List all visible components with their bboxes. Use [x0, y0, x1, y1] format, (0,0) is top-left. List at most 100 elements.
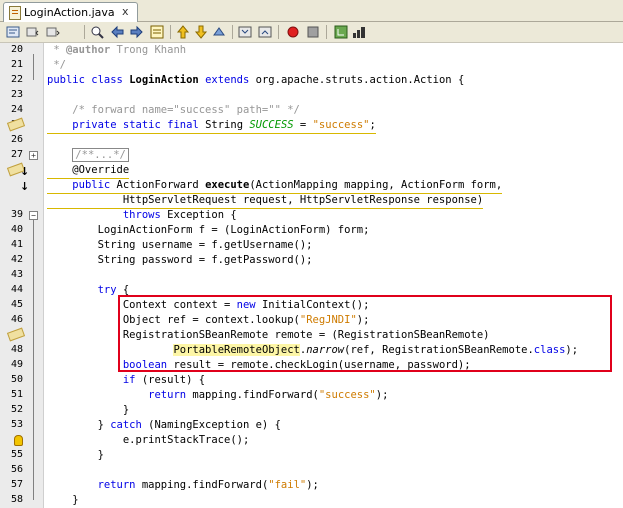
code-text: } — [47, 494, 79, 506]
tab-label: LoginAction.java — [24, 6, 115, 19]
line-number: 55 — [10, 449, 23, 460]
code-text: public class LoginAction extends org.apa… — [47, 74, 465, 86]
line-number: 50 — [10, 374, 23, 385]
forward-icon[interactable] — [46, 25, 60, 39]
line-number: 27 — [10, 149, 23, 160]
fold-guide-line — [33, 219, 34, 500]
code-text: public ActionForward execute(ActionMappi… — [47, 178, 503, 194]
code-text: LoginActionForm f = (LoginActionForm) fo… — [47, 224, 370, 236]
code-text: String password = f.getPassword(); — [47, 254, 313, 266]
code-line[interactable]: 25 private static final String SUCCESS =… — [0, 118, 623, 134]
toolbar-separator — [278, 25, 279, 39]
line-number: 24 — [10, 104, 23, 115]
bookmark-prev-icon[interactable] — [212, 25, 226, 39]
code-line[interactable]: 22 public class LoginAction extends org.a… — [0, 73, 623, 88]
line-number: 20 — [10, 44, 23, 55]
lightbulb-icon — [14, 435, 23, 446]
fold-guide-line — [33, 54, 34, 80]
line-number: 26 — [10, 134, 23, 145]
code-line[interactable]: 40 LoginActionForm f = (LoginActionForm)… — [0, 223, 623, 238]
override-arrow-icon: ↓ — [20, 180, 30, 193]
find-next-icon[interactable] — [130, 25, 144, 39]
code-line[interactable]: 56 — [0, 463, 623, 478]
code-text: private static final String SUCCESS = "s… — [47, 118, 376, 134]
code-text: if (result) { — [122, 374, 206, 386]
toggle-bookmark-icon[interactable] — [258, 25, 272, 39]
code-line[interactable]: 55 } — [0, 448, 623, 463]
line-number: 49 — [10, 359, 23, 370]
find-icon[interactable] — [90, 25, 104, 39]
line-number: 56 — [10, 464, 23, 475]
bookmark-next-icon[interactable] — [238, 25, 252, 39]
line-number: 44 — [10, 284, 23, 295]
line-number: 43 — [10, 269, 23, 280]
editor-tab-bar: LoginAction.java x — [0, 0, 623, 22]
code-line[interactable]: 20 * @author Trong Khanh — [0, 43, 623, 58]
back-icon[interactable] — [26, 25, 40, 39]
line-number: 51 — [10, 389, 23, 400]
code-line[interactable]: 52 } — [0, 403, 623, 418]
code-line[interactable]: 42 String password = f.getPassword(); — [0, 253, 623, 268]
line-number: 23 — [10, 89, 23, 100]
code-line[interactable]: 39 throws Exception { — [0, 208, 623, 223]
line-number: 58 — [10, 494, 23, 505]
code-text: /**...*/ — [47, 148, 129, 163]
shift-left-icon[interactable] — [176, 25, 190, 39]
java-file-icon — [9, 6, 21, 20]
code-text: * @author Trong Khanh — [47, 44, 187, 56]
line-number: 39 — [10, 209, 23, 220]
code-text: return mapping.findForward("fail"); — [97, 479, 319, 491]
line-number: 57 — [10, 479, 23, 490]
highlight-annotation-box — [118, 295, 612, 372]
line-number: 48 — [10, 344, 23, 355]
code-line[interactable]: 51 return mapping.findForward("success")… — [0, 388, 623, 403]
line-number: 46 — [10, 314, 23, 325]
history-icon[interactable] — [6, 25, 20, 39]
code-text: throws Exception { — [122, 209, 237, 221]
line-number: 45 — [10, 299, 23, 310]
code-text: */ — [47, 59, 66, 71]
stop-macro-icon[interactable] — [306, 25, 320, 39]
code-line[interactable]: 27 /**...*/ — [0, 148, 623, 163]
close-tab-icon[interactable]: x — [122, 5, 129, 18]
toggle-highlight-icon[interactable] — [150, 25, 164, 39]
code-editor[interactable]: 20 * @author Trong Khanh 21 */22 public cl… — [0, 43, 623, 508]
diff-icon[interactable] — [334, 25, 348, 39]
code-text: } — [47, 449, 104, 461]
code-text: String username = f.getUsername(); — [47, 239, 313, 251]
code-line[interactable]: 24 /* forward name="success" path="" */ — [0, 103, 623, 118]
shift-right-icon[interactable] — [194, 25, 208, 39]
fold-expand-icon[interactable]: + — [29, 151, 38, 160]
code-line[interactable]: 41 String username = f.getUsername(); — [0, 238, 623, 253]
code-text: HttpServletRequest request, HttpServletR… — [47, 193, 484, 209]
editor-toolbar — [0, 22, 623, 43]
tab-loginaction-java[interactable]: LoginAction.java x — [3, 2, 138, 22]
code-line[interactable]: 26 — [0, 133, 623, 148]
code-line[interactable]: 57 return mapping.findForward("fail"); — [0, 478, 623, 493]
line-number: 21 — [10, 59, 23, 70]
line-number: 40 — [10, 224, 23, 235]
code-line[interactable]: @Override — [0, 163, 623, 179]
code-line[interactable]: public ActionForward execute(ActionMappi… — [0, 178, 623, 194]
code-text: /* forward name="success" path="" */ — [47, 104, 300, 116]
toolbar-separator — [232, 25, 233, 39]
code-line[interactable]: 21 */ — [0, 58, 623, 73]
code-text: } — [47, 404, 130, 416]
line-number: 53 — [10, 419, 23, 430]
code-line[interactable]: 43 — [0, 268, 623, 283]
code-text: @Override — [47, 163, 130, 179]
code-text: return mapping.findForward("success"); — [148, 389, 389, 401]
chart-icon[interactable] — [352, 25, 366, 39]
code-line[interactable]: 23 — [0, 88, 623, 103]
find-prev-icon[interactable] — [110, 25, 124, 39]
toolbar-separator — [84, 25, 85, 39]
record-macro-icon[interactable] — [286, 25, 300, 39]
line-number: 52 — [10, 404, 23, 415]
code-line[interactable]: HttpServletRequest request, HttpServletR… — [0, 193, 623, 209]
code-line[interactable]: e.printStackTrace(); — [0, 433, 623, 448]
code-line[interactable]: 50 if (result) { — [0, 373, 623, 388]
code-line[interactable]: 58 } — [0, 493, 623, 508]
toolbar-separator — [170, 25, 171, 39]
override-arrow-icon: ↓ — [20, 165, 30, 178]
code-line[interactable]: 53 } catch (NamingException e) { — [0, 418, 623, 433]
